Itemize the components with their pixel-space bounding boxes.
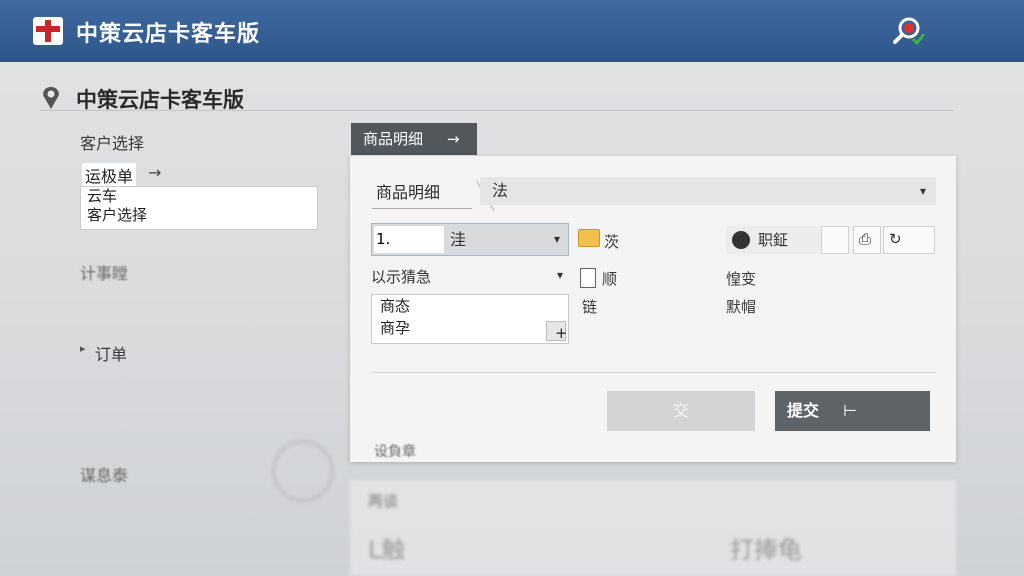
list-item[interactable]: 云车	[81, 187, 317, 206]
quantity-input[interactable]: 1.	[374, 226, 444, 253]
document-label: 顺	[602, 270, 618, 288]
sidebar-item-blurred-2[interactable]: 谋息泰	[80, 462, 128, 486]
secondary-dropdown[interactable]: 以示猜急 ▾	[371, 266, 563, 288]
info-label-1: 惶变	[726, 270, 757, 288]
customer-chip[interactable]: 运极单	[82, 163, 137, 187]
header-divider	[40, 110, 954, 111]
panel-divider	[372, 372, 936, 373]
arrow-right-icon: →	[447, 130, 460, 148]
list-item[interactable]: 商孕	[372, 317, 568, 339]
order-expand-icon[interactable]: ▸	[80, 342, 86, 355]
document-sublabel: 链	[582, 298, 598, 316]
list-item[interactable]: 客户选择	[81, 206, 317, 225]
app-logo-icon	[33, 17, 63, 45]
submit-button[interactable]: 提交 ⊢	[775, 391, 930, 431]
chevron-down-icon: ▾	[556, 268, 563, 282]
customer-list[interactable]: 云车 客户选择	[80, 186, 318, 230]
ghost-value-left: L触	[368, 536, 406, 564]
moon-icon	[732, 231, 750, 249]
refresh-icon: ↻	[889, 230, 902, 248]
sidebar-item-blurred-1[interactable]: 计事瞠	[80, 260, 128, 284]
sidebar-item-orders[interactable]: 订单	[95, 341, 127, 365]
printer-button[interactable]: ⎙	[853, 226, 881, 254]
blank-square-button[interactable]	[821, 226, 849, 254]
add-item-button[interactable]: +	[546, 321, 568, 342]
ghost-location-icon	[272, 440, 334, 502]
quantity-combo[interactable]: 1. 洼 ▾	[371, 223, 569, 256]
customer-select-label: 客户选择	[80, 134, 145, 153]
refresh-button[interactable]: ↻	[883, 226, 935, 254]
magnifier-icon[interactable]	[892, 14, 926, 48]
ghost-label: 两谈	[368, 492, 399, 510]
printer-icon: ⎙	[859, 230, 872, 248]
secondary-dropdown-label: 以示猜急	[371, 268, 432, 286]
folder-label: 茨	[604, 233, 620, 251]
customer-chip-arrow-icon[interactable]: →	[148, 163, 161, 182]
list-item[interactable]: 商态	[372, 295, 568, 317]
background-panel-blurred: 两谈 L触 打捧龟	[350, 480, 956, 576]
subtab-product-details[interactable]: 商品明细	[372, 177, 472, 209]
category-select-value: 法	[492, 181, 509, 200]
tab-label: 商品明细	[363, 130, 424, 148]
moon-toggle-label: 职鉦	[758, 231, 789, 249]
document-icon[interactable]	[580, 268, 596, 288]
submit-arrow-icon: ⊢	[843, 401, 857, 420]
chevron-down-icon[interactable]: ▾	[554, 224, 560, 255]
info-label-2: 默帽	[726, 298, 757, 316]
submit-button-label: 提交	[787, 401, 820, 420]
category-select[interactable]: 法 ▾	[480, 177, 936, 205]
folder-icon[interactable]	[578, 229, 600, 247]
app-title: 中策云店卡客车版	[76, 22, 261, 47]
quantity-unit: 洼	[450, 230, 467, 249]
tab-product-details[interactable]: 商品明细 →	[351, 123, 477, 155]
title-bar: 中策云店卡客车版	[0, 0, 1024, 62]
chevron-down-icon: ▾	[919, 184, 926, 198]
ghost-value-right: 打捧龟	[730, 536, 802, 564]
product-details-panel: 商品明细 法 ▾ 1. 洼 ▾ 茨 职鉦 ⎙ ↻ 以示猜急 ▾ 顺 链 惶变 默…	[350, 156, 956, 462]
disabled-button[interactable]: 交	[607, 391, 755, 431]
location-pin-icon	[43, 87, 59, 109]
product-listbox[interactable]: 商态 商孕 +	[371, 294, 569, 344]
footer-note: 设負章	[374, 444, 416, 460]
